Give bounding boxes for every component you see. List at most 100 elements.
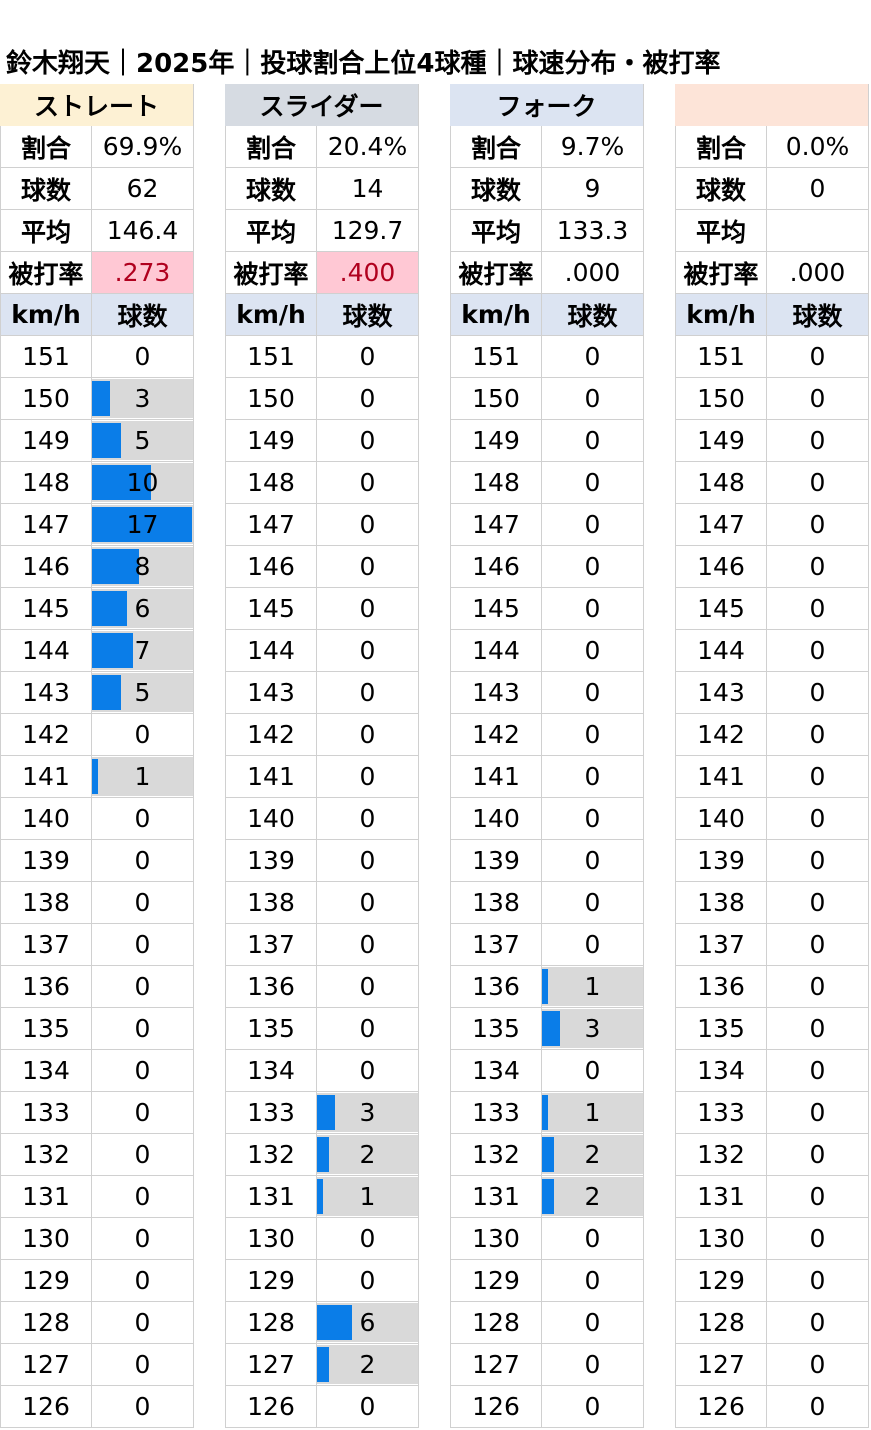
- speed-tick-label: 131: [450, 1176, 542, 1218]
- bar: [92, 675, 121, 710]
- data-label: 0: [809, 804, 826, 833]
- stat-label: 被打率: [225, 252, 317, 294]
- stat-value: .273: [92, 252, 194, 294]
- count-cell: 0: [92, 882, 194, 924]
- speed-tick-label: 141: [675, 756, 767, 798]
- speed-tick-label: 131: [675, 1176, 767, 1218]
- data-label: 0: [809, 762, 826, 791]
- data-label: 0: [134, 720, 151, 749]
- stat-label: 球数: [675, 168, 767, 210]
- speed-tick-label: 143: [0, 672, 92, 714]
- count-cell: 0: [767, 1050, 869, 1092]
- speed-tick-label: 149: [675, 420, 767, 462]
- speed-tick-label: 138: [0, 882, 92, 924]
- data-label: 0: [359, 972, 376, 1001]
- count-cell: 0: [92, 1302, 194, 1344]
- count-cell: 1: [542, 966, 644, 1008]
- count-column-header: 球数: [92, 294, 194, 336]
- data-label: 0: [134, 1056, 151, 1085]
- stat-value: .000: [542, 252, 644, 294]
- count-column-header: 球数: [317, 294, 419, 336]
- count-cell: 5: [92, 420, 194, 462]
- speed-tick-label: 148: [450, 462, 542, 504]
- speed-tick-label: 146: [450, 546, 542, 588]
- count-cell: 0: [92, 840, 194, 882]
- data-label: 0: [809, 678, 826, 707]
- data-label: 0: [359, 678, 376, 707]
- count-cell: 0: [767, 840, 869, 882]
- count-cell: 0: [542, 882, 644, 924]
- data-label: 0: [584, 762, 601, 791]
- count-cell: 0: [767, 378, 869, 420]
- speed-tick-label: 126: [225, 1386, 317, 1428]
- data-label: 0: [359, 1014, 376, 1043]
- bar: [92, 591, 127, 626]
- data-label: 0: [584, 384, 601, 413]
- data-label: 0: [809, 1224, 826, 1253]
- count-cell: 0: [767, 924, 869, 966]
- stat-value: 129.7: [317, 210, 419, 252]
- speed-tick-label: 139: [675, 840, 767, 882]
- data-label: 0: [359, 426, 376, 455]
- data-label: 0: [134, 1098, 151, 1127]
- count-cell: 0: [767, 798, 869, 840]
- stat-value: .400: [317, 252, 419, 294]
- speed-tick-label: 149: [225, 420, 317, 462]
- count-cell: 0: [542, 840, 644, 882]
- data-label: 0: [359, 720, 376, 749]
- count-cell: 0: [767, 1344, 869, 1386]
- data-label: 1: [134, 762, 151, 791]
- speed-tick-label: 136: [675, 966, 767, 1008]
- stat-label: 割合: [675, 126, 767, 168]
- stat-value: .000: [767, 252, 869, 294]
- count-cell: 0: [542, 1050, 644, 1092]
- speed-tick-label: 139: [0, 840, 92, 882]
- speed-tick-label: 148: [0, 462, 92, 504]
- count-cell: 0: [317, 882, 419, 924]
- bar: [542, 1011, 560, 1046]
- bar: [317, 1137, 329, 1172]
- data-label: 0: [809, 972, 826, 1001]
- bar: [317, 1179, 323, 1214]
- speed-tick-label: 131: [0, 1176, 92, 1218]
- data-label: 0: [359, 804, 376, 833]
- count-cell: 0: [317, 756, 419, 798]
- data-label: 0: [809, 636, 826, 665]
- data-label: 0: [134, 888, 151, 917]
- speed-tick-label: 150: [450, 378, 542, 420]
- count-cell: 0: [317, 924, 419, 966]
- speed-tick-label: 148: [675, 462, 767, 504]
- speed-tick-label: 133: [450, 1092, 542, 1134]
- speed-tick-label: 143: [675, 672, 767, 714]
- stat-label: 球数: [450, 168, 542, 210]
- data-label: 0: [809, 510, 826, 539]
- data-label: 0: [134, 930, 151, 959]
- data-label: 0: [359, 510, 376, 539]
- speed-tick-label: 130: [225, 1218, 317, 1260]
- data-label: 0: [134, 1224, 151, 1253]
- data-label: 0: [809, 1392, 826, 1421]
- stat-value: 0: [767, 168, 869, 210]
- count-cell: 0: [767, 966, 869, 1008]
- speed-tick-label: 147: [225, 504, 317, 546]
- speed-tick-label: 137: [675, 924, 767, 966]
- count-cell: 0: [542, 756, 644, 798]
- stat-value: 14: [317, 168, 419, 210]
- count-cell: 0: [92, 1008, 194, 1050]
- count-cell: 0: [317, 378, 419, 420]
- data-label: 1: [359, 1182, 376, 1211]
- speed-tick-label: 127: [0, 1344, 92, 1386]
- data-label: 0: [584, 636, 601, 665]
- data-label: 17: [126, 510, 159, 539]
- count-cell: 0: [92, 1344, 194, 1386]
- pitch-name-header: スライダー: [225, 84, 419, 126]
- count-cell: 0: [767, 462, 869, 504]
- count-cell: 0: [767, 546, 869, 588]
- count-cell: 0: [92, 1050, 194, 1092]
- count-cell: 0: [767, 1008, 869, 1050]
- speed-tick-label: 150: [225, 378, 317, 420]
- data-label: 0: [584, 552, 601, 581]
- count-cell: 0: [542, 798, 644, 840]
- data-label: 0: [809, 1098, 826, 1127]
- speed-tick-label: 136: [450, 966, 542, 1008]
